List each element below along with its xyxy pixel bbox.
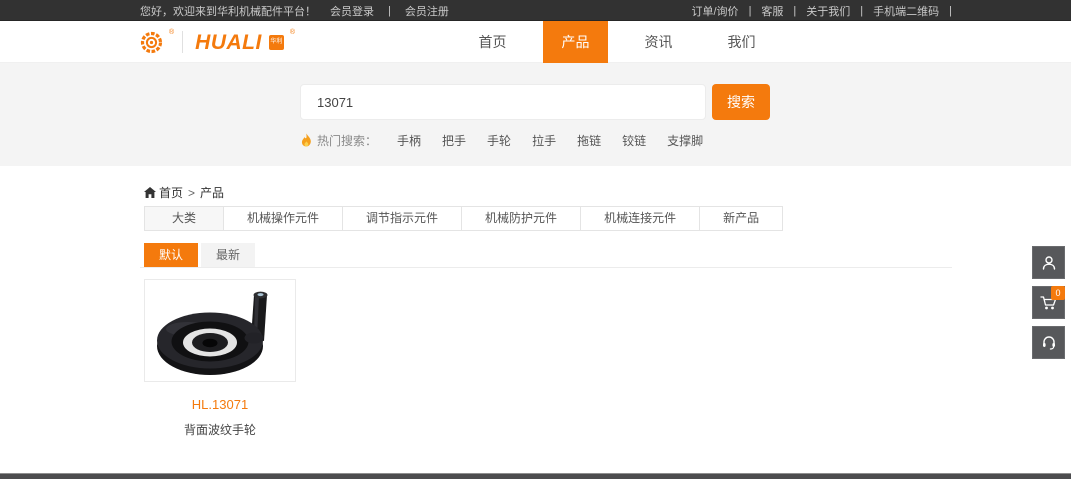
main-nav: 首页 产品 资讯 我们 [460,21,792,63]
separator: | [793,5,796,17]
category-tab-indicating[interactable]: 调节指示元件 [342,206,462,231]
divider-line [140,267,952,268]
brand-seal: 华利 [269,35,284,50]
nav-about[interactable]: 我们 [709,21,774,63]
mobile-qrcode-link[interactable]: 手机端二维码 [873,3,939,19]
product-name[interactable]: 背面波纹手轮 [144,421,296,438]
hot-term[interactable]: 铰链 [622,132,646,149]
sort-tabs: 默认 最新 [144,243,258,267]
sort-tab-default[interactable]: 默认 [144,243,198,267]
hot-term[interactable]: 拖链 [577,132,601,149]
handwheel-product-image [150,283,290,378]
hot-term[interactable]: 手轮 [487,132,511,149]
cart-button[interactable]: 0 [1032,286,1065,319]
separator: | [860,5,863,17]
welcome-text: 您好，欢迎来到华利机械配件平台！ [140,3,316,19]
handwheel-logo-icon [140,31,163,54]
login-link[interactable]: 会员登录 [330,3,374,19]
home-icon [144,187,156,198]
user-icon [1041,255,1057,271]
registered-mark: ® [290,29,295,36]
product-code[interactable]: HL.13071 [144,397,296,412]
page: 您好，欢迎来到华利机械配件平台！ 会员登录 | 会员注册 订单/询价 | 客服 … [0,0,1071,479]
nav-products[interactable]: 产品 [543,21,608,63]
floating-toolbar: 0 [1032,246,1065,366]
breadcrumb: 首页 > 产品 [144,184,224,201]
sort-tab-newest[interactable]: 最新 [201,243,255,267]
search-section: 搜索 热门搜索： 手柄 把手 手轮 拉手 拖链 铰链 支撑脚 [0,63,1071,166]
customer-service-button[interactable] [1032,326,1065,359]
header: ® HUALI 华利 ® 首页 产品 资讯 我们 [0,21,1071,63]
flame-icon [300,133,313,148]
topbar: 您好，欢迎来到华利机械配件平台！ 会员登录 | 会员注册 订单/询价 | 客服 … [0,0,1071,21]
separator: | [749,5,752,17]
hot-term[interactable]: 拉手 [532,132,556,149]
separator: | [388,5,391,17]
nav-news[interactable]: 资讯 [626,21,691,63]
category-tab-protection[interactable]: 机械防护元件 [461,206,581,231]
category-tab-operating[interactable]: 机械操作元件 [223,206,343,231]
category-tab-connecting[interactable]: 机械连接元件 [580,206,700,231]
product-image[interactable] [144,279,296,382]
brand-name: HUALI [195,32,262,53]
footer-strip [0,473,1071,479]
orders-link[interactable]: 订单/询价 [692,3,739,19]
breadcrumb-home[interactable]: 首页 [159,184,183,201]
breadcrumb-current: 产品 [200,184,224,201]
hot-search-label: 热门搜索： [317,132,377,149]
product-card[interactable]: HL.13071 背面波纹手轮 [144,279,296,438]
about-link[interactable]: 关于我们 [806,3,850,19]
category-tab-new[interactable]: 新产品 [699,206,783,231]
account-button[interactable] [1032,246,1065,279]
search-button[interactable]: 搜索 [712,84,770,120]
main-content: 首页 > 产品 大类 机械操作元件 调节指示元件 机械防护元件 机械连接元件 新… [140,166,952,473]
headset-icon [1041,335,1057,351]
logo-divider [182,31,183,53]
separator: | [949,5,952,17]
service-link[interactable]: 客服 [761,3,783,19]
search-input[interactable] [300,84,706,120]
category-tabs: 大类 机械操作元件 调节指示元件 机械防护元件 机械连接元件 新产品 [144,206,783,231]
category-tab-all[interactable]: 大类 [144,206,224,231]
nav-home[interactable]: 首页 [460,21,525,63]
hot-term[interactable]: 手柄 [397,132,421,149]
register-link[interactable]: 会员注册 [405,3,449,19]
hot-term[interactable]: 支撑脚 [667,132,703,149]
brand-logo[interactable]: ® HUALI 华利 ® [140,21,370,63]
breadcrumb-separator: > [188,186,195,200]
hot-term[interactable]: 把手 [442,132,466,149]
registered-mark: ® [169,29,174,36]
cart-count-badge: 0 [1051,286,1065,300]
